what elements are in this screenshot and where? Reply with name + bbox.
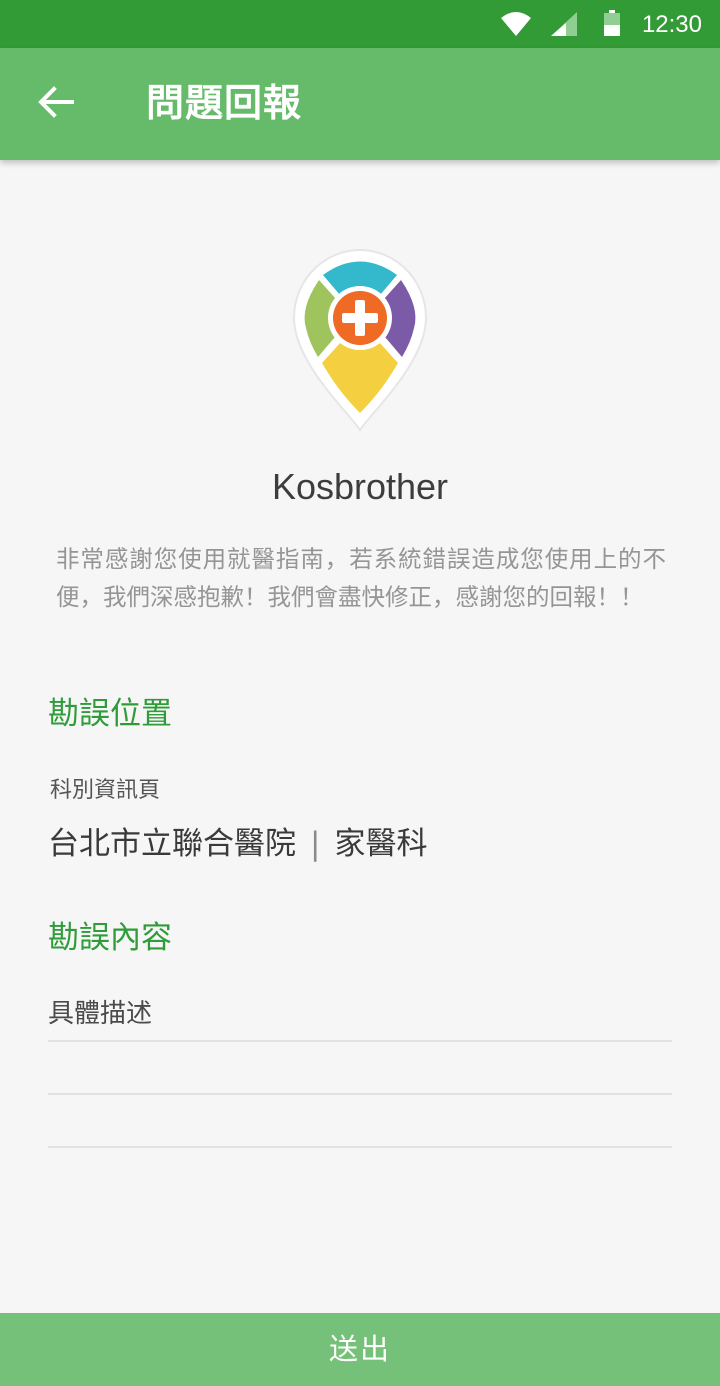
input-underline <box>48 1093 672 1095</box>
error-location-title: 勘誤位置 <box>48 696 172 732</box>
status-time: 12:30 <box>641 11 702 38</box>
app-name: Kosbrother <box>271 466 449 507</box>
error-content-title: 勘誤內容 <box>48 920 172 956</box>
battery-icon <box>604 10 620 40</box>
app-bar: 問題回報 <box>0 48 720 160</box>
status-bar: 12:30 <box>0 0 720 48</box>
description-input[interactable]: 具體描述 <box>48 990 672 1150</box>
thanks-message: 非常感謝您使用就醫指南，若系統錯誤造成您使用上的不便，我們深感抱歉！我們會盡快修… <box>56 545 666 611</box>
separator: | <box>310 826 321 862</box>
submit-button[interactable]: 送出 <box>0 1313 720 1386</box>
location-value: 台北市立聯合醫院 | 家醫科 <box>48 822 427 866</box>
map-pin-medical-plus-logo <box>290 246 430 436</box>
description-placeholder: 具體描述 <box>48 999 153 1029</box>
department-name: 家醫科 <box>334 826 428 862</box>
input-underline <box>48 1040 672 1042</box>
page-title: 問題回報 <box>146 81 303 125</box>
page-type-label: 科別資訊頁 <box>50 778 161 803</box>
back-button[interactable] <box>26 76 86 132</box>
input-underline <box>48 1146 672 1148</box>
cell-signal-icon <box>551 12 577 40</box>
arrow-left-icon <box>38 86 74 122</box>
hospital-name: 台北市立聯合醫院 <box>48 826 296 862</box>
wifi-icon <box>501 12 531 40</box>
